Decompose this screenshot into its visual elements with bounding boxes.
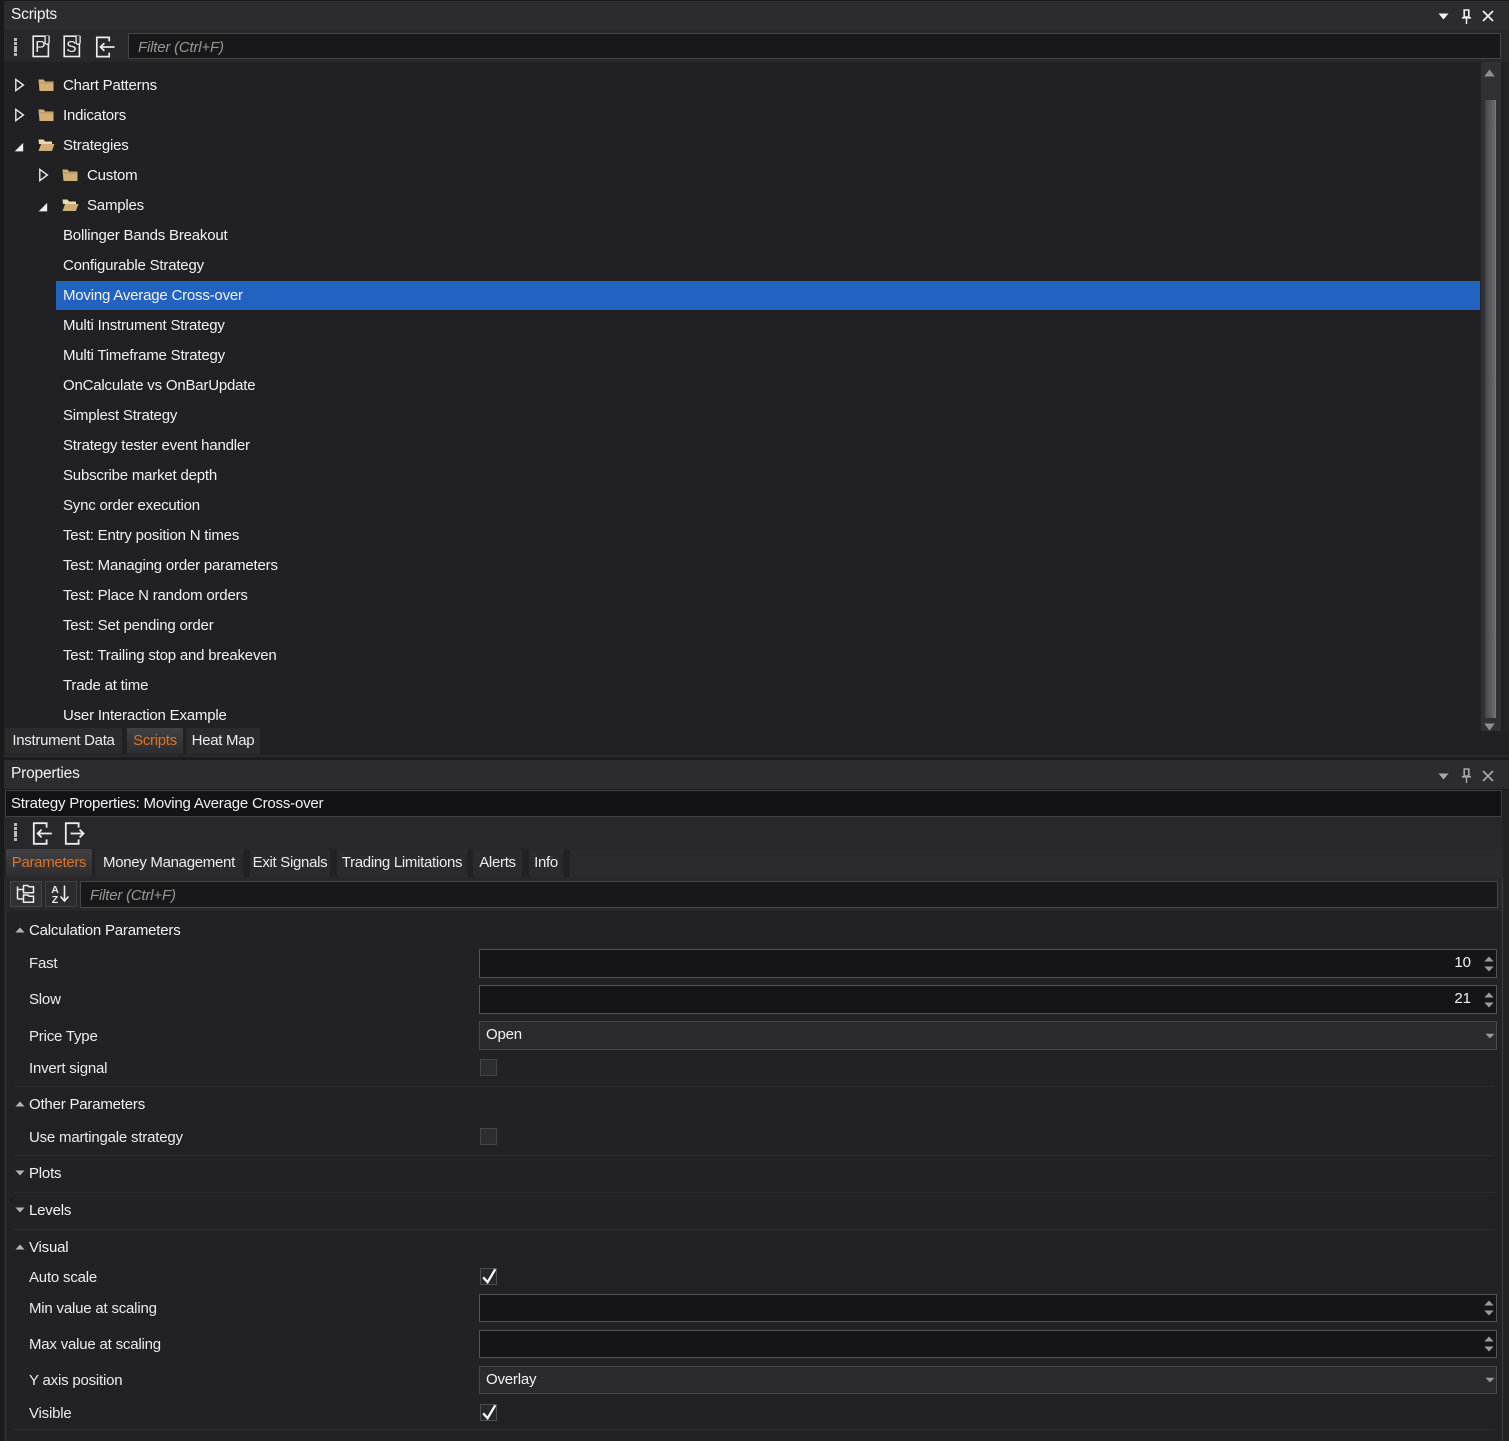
svg-text:P: P xyxy=(35,39,45,56)
svg-text:S: S xyxy=(66,39,76,56)
svg-text:Z: Z xyxy=(52,894,59,904)
